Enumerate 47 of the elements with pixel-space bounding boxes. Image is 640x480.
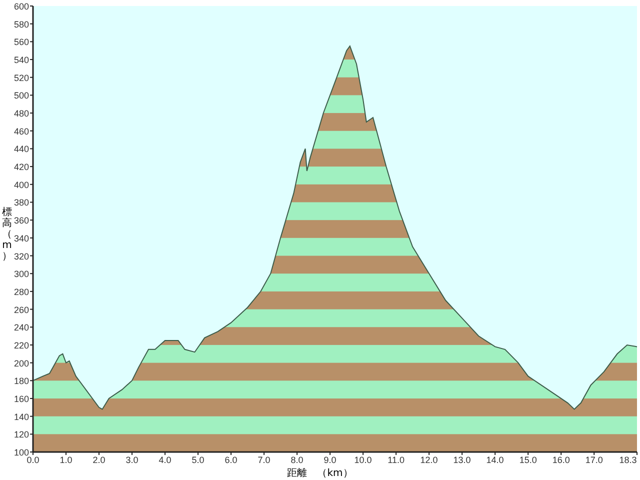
x-tick-label: 15.0: [519, 455, 537, 465]
y-tick-label: 540: [14, 55, 29, 66]
y-tick-label: 360: [14, 216, 29, 226]
y-tick-label: 340: [14, 233, 29, 244]
y-tick-label: 480: [14, 108, 29, 119]
x-tick-label: 11.0: [388, 455, 404, 465]
y-tick-label: 160: [14, 394, 29, 404]
x-tick-label: 13.0: [453, 455, 471, 465]
y-tick-label: 320: [14, 251, 29, 262]
x-tick-label: 3.0: [126, 455, 138, 465]
y-tick-label: 280: [14, 286, 29, 297]
x-tick-label: 8.0: [290, 455, 304, 465]
y-tick-label: 240: [14, 322, 29, 333]
y-tick-label: 380: [14, 198, 29, 208]
x-tick-label: 12.0: [420, 455, 438, 465]
y-tick-label: 180: [14, 376, 29, 386]
y-tick-label: 100: [14, 448, 29, 458]
x-tick-label: 0.0: [26, 455, 40, 465]
x-tick-label: 2.0: [92, 455, 106, 465]
x-tick-label: 14.0: [486, 455, 504, 465]
x-tick-label: 7.0: [258, 455, 270, 465]
x-tick-label: 18.3: [619, 455, 637, 465]
x-tick-label: 4.0: [158, 455, 172, 465]
y-tick-label: 440: [14, 144, 29, 154]
y-tick-label: 400: [14, 180, 29, 190]
y-tick-label: 300: [14, 269, 29, 280]
x-tick-label: 6.0: [224, 455, 238, 465]
y-axis-title: 標高（m）: [2, 206, 12, 262]
x-tick-label: 17.0: [585, 455, 603, 465]
x-tick-label: 5.0: [192, 455, 204, 465]
y-tick-label: 600: [14, 2, 29, 12]
y-tick-label: 420: [14, 162, 29, 172]
y-tick-label: 200: [14, 358, 29, 368]
x-tick-label: 1.0: [60, 455, 72, 465]
y-tick-label: 560: [14, 37, 29, 48]
y-tick-label: 140: [14, 412, 29, 422]
x-tick-label: 9.0: [324, 455, 336, 465]
y-tick-label: 460: [14, 126, 29, 136]
y-tick-label: 260: [14, 304, 29, 315]
y-tick-label: 120: [14, 430, 29, 440]
y-tick-label: 580: [14, 19, 29, 30]
y-tick-label: 520: [14, 72, 29, 83]
y-tick-label: 220: [14, 340, 29, 350]
x-axis-title: 距離 （km）: [287, 468, 353, 479]
y-tick-label: 500: [14, 90, 29, 101]
x-tick-label: 10.0: [354, 455, 372, 465]
x-tick-label: 16.0: [552, 455, 570, 465]
